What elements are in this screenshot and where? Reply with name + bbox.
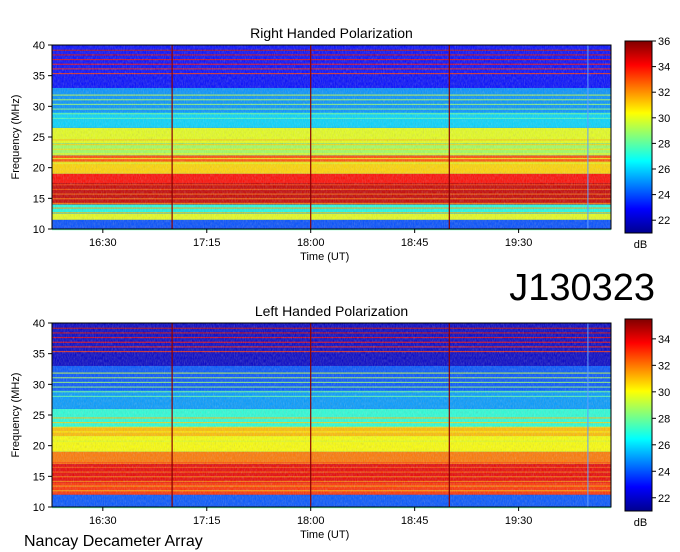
colorbar-tick-label: 34 (658, 334, 670, 346)
y-tick-label: 25 (33, 132, 45, 144)
x-tick-label: 18:00 (297, 515, 325, 527)
x-tick-label: 16:30 (89, 237, 117, 249)
y-tick-label: 15 (33, 193, 45, 205)
x-axis-label: Time (UT) (300, 529, 349, 541)
chart-title: Right Handed Polarization (250, 25, 413, 41)
colorbar-tick-label: 26 (658, 164, 670, 176)
colorbar-tick-label: 22 (658, 215, 670, 227)
noise-texture (52, 45, 611, 229)
chart-title: Left Handed Polarization (255, 303, 408, 319)
colorbar-tick-label: 22 (658, 493, 670, 505)
y-tick-label: 40 (33, 40, 45, 52)
spectrogram-panel-1: Right Handed Polarization 10 15 20 25 30 35 40 F… (10, 25, 670, 263)
colorbar-tick-label: 30 (658, 113, 670, 125)
colorbar-tick-label: 24 (658, 466, 670, 478)
noise-texture (52, 323, 611, 507)
colorbar-label: dB (634, 239, 647, 251)
y-tick-label: 10 (33, 502, 45, 514)
x-tick-label: 18:00 (297, 237, 325, 249)
instrument-name: Nancay Decameter Array (24, 533, 203, 550)
spectrogram-panel-2: Left Handed Polarization 10 15 20 25 30 35 40 Fr… (10, 303, 670, 541)
colorbar (624, 40, 653, 234)
y-tick-label: 15 (33, 471, 45, 483)
x-tick-label: 19:30 (505, 515, 533, 527)
x-tick-label: 18:45 (401, 237, 429, 249)
x-axis-label: Time (UT) (300, 251, 349, 263)
colorbar-tick-label: 32 (658, 87, 670, 99)
y-tick-label: 35 (33, 71, 45, 83)
y-tick-label: 20 (33, 441, 45, 453)
colorbar-tick-label: 34 (658, 62, 670, 74)
colorbar (624, 318, 653, 512)
x-tick-label: 17:15 (193, 237, 221, 249)
observation-id: J130323 (509, 267, 655, 309)
y-tick-label: 35 (33, 349, 45, 361)
y-axis-label: Frequency (MHz) (10, 95, 22, 180)
y-tick-label: 20 (33, 163, 45, 175)
y-axis-label: Frequency (MHz) (10, 373, 22, 458)
y-tick-label: 25 (33, 410, 45, 422)
x-tick-label: 16:30 (89, 515, 117, 527)
spectrogram-figure: Right Handed Polarization 10 15 20 25 30 35 40 F… (10, 25, 670, 550)
colorbar-tick-label: 28 (658, 138, 670, 150)
y-tick-label: 30 (33, 101, 45, 113)
colorbar-tick-label: 28 (658, 413, 670, 425)
y-tick-label: 30 (33, 379, 45, 391)
colorbar-tick-label: 36 (658, 36, 670, 48)
colorbar-label: dB (634, 517, 647, 529)
x-tick-label: 18:45 (401, 515, 429, 527)
colorbar-tick-label: 30 (658, 387, 670, 399)
colorbar-tick-label: 26 (658, 440, 670, 452)
y-tick-label: 40 (33, 318, 45, 330)
y-tick-label: 10 (33, 224, 45, 236)
colorbar-tick-label: 32 (658, 360, 670, 372)
x-tick-label: 17:15 (193, 515, 221, 527)
x-tick-label: 19:30 (505, 237, 533, 249)
colorbar-tick-label: 24 (658, 190, 670, 202)
